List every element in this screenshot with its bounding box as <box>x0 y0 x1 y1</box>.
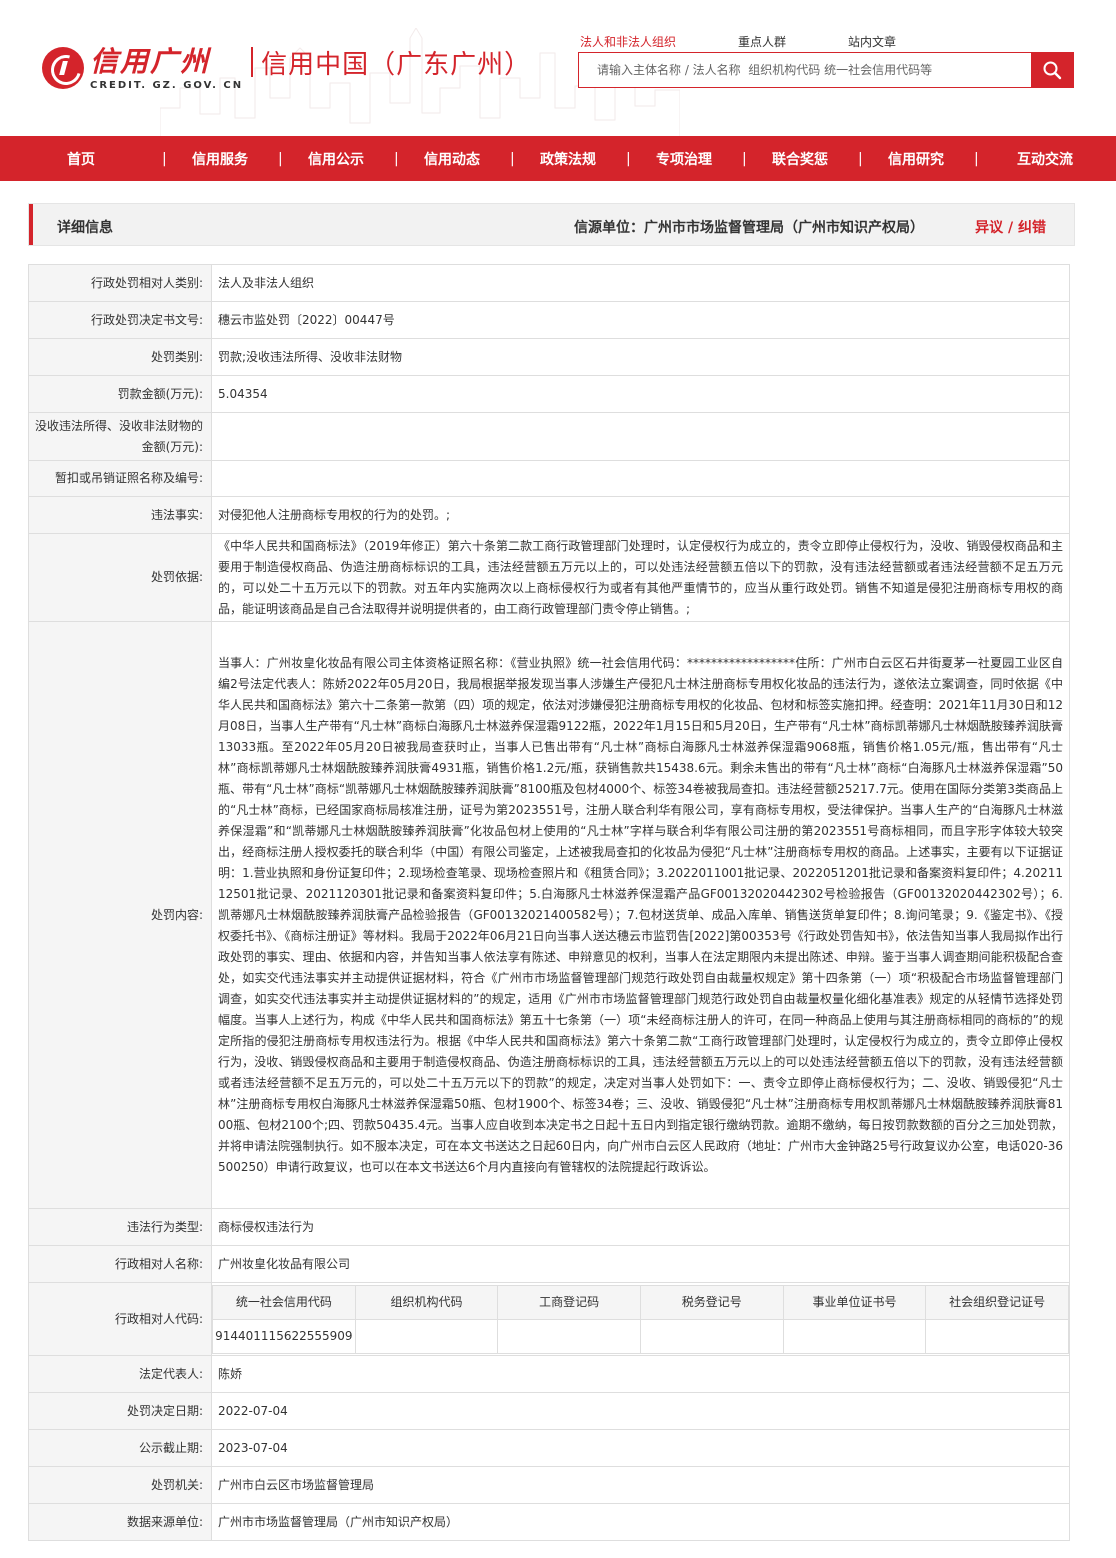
credit-logo-icon <box>42 47 84 89</box>
field-value: 陈娇 <box>211 1355 1070 1393</box>
nav-item-credit-publicity[interactable]: 信用公示 <box>278 149 394 169</box>
field-label: 处罚类别: <box>28 338 212 376</box>
table-row: 法定代表人: 陈娇 <box>28 1355 1070 1393</box>
title-accent-bar <box>29 204 33 245</box>
table-row: 处罚决定日期: 2022-07-04 <box>28 1392 1070 1430</box>
detail-title: 详细信息 <box>57 220 113 236</box>
logo-subtitle: 信用中国（广东广州） <box>261 49 532 80</box>
code-header: 组织机构代码 <box>354 1284 499 1320</box>
table-row: 处罚依据: 《中华人民共和国商标法》（2019年修正）第六十条第二款工商行政管理… <box>28 533 1070 622</box>
field-value: 《中华人民共和国商标法》（2019年修正）第六十条第二款工商行政管理部门处理时，… <box>211 533 1070 622</box>
table-row: 行政相对人名称: 广州妆皇化妆品有限公司 <box>28 1245 1070 1283</box>
nav-item-home[interactable]: 首页 <box>0 149 162 169</box>
nav-item-policies[interactable]: 政策法规 <box>510 149 626 169</box>
table-row: 处罚机关: 广州市白云区市场监督管理局 <box>28 1466 1070 1504</box>
field-label: 行政相对人名称: <box>28 1245 212 1283</box>
field-value: 2022-07-04 <box>211 1392 1070 1430</box>
search-box <box>578 52 1074 88</box>
table-row: 行政相对人代码: 统一社会信用代码 组织机构代码 工商登记码 税务登记号 事业单… <box>28 1282 1070 1356</box>
nav-item-credit-news[interactable]: 信用动态 <box>394 149 510 169</box>
field-label: 违法事实: <box>28 496 212 534</box>
table-row: 违法事实: 对侵犯他人注册商标专用权的行为的处罚。; <box>28 496 1070 534</box>
code-subtable: 统一社会信用代码 组织机构代码 工商登记码 税务登记号 事业单位证书号 社会组织… <box>212 1284 1069 1354</box>
table-row: 处罚内容: 当事人：广州妆皇化妆品有限公司主体资格证照名称：《营业执照》统一社会… <box>28 621 1070 1209</box>
field-label: 罚款金额(万元): <box>28 375 212 413</box>
site-logo[interactable]: 信用广州 CREDIT. GZ. GOV. CN 信用中国（广东广州） <box>42 38 531 98</box>
code-value <box>782 1318 927 1354</box>
field-label: 处罚内容: <box>28 621 212 1209</box>
table-row: 罚款金额(万元): 5.04354 <box>28 375 1070 413</box>
code-value <box>639 1318 784 1354</box>
field-value: 穗云市监处罚〔2022〕00447号 <box>211 301 1070 339</box>
search-tab-organizations[interactable]: 法人和非法人组织 <box>580 33 676 50</box>
table-row: 违法行为类型: 商标侵权违法行为 <box>28 1208 1070 1246</box>
logo-divider <box>251 47 254 77</box>
code-value <box>925 1318 1069 1354</box>
field-value: 当事人：广州妆皇化妆品有限公司主体资格证照名称：《营业执照》统一社会信用代码：*… <box>211 621 1070 1209</box>
logo-chinese-text: 信用广州 <box>90 44 211 78</box>
table-row: 公示截止期: 2023-07-04 <box>28 1429 1070 1467</box>
table-row: 行政处罚决定书文号: 穗云市监处罚〔2022〕00447号 <box>28 301 1070 339</box>
code-value-row: 914401115622555909 <box>212 1318 1069 1354</box>
field-value <box>211 412 1070 461</box>
table-row: 数据来源单位: 广州市市场监督管理局（广州市知识产权局） <box>28 1503 1070 1541</box>
table-row: 处罚类别: 罚款;没收违法所得、没收非法财物 <box>28 338 1070 376</box>
field-label: 处罚机关: <box>28 1466 212 1504</box>
code-value: 914401115622555909 <box>212 1318 356 1354</box>
nav-item-joint-rewards[interactable]: 联合奖惩 <box>742 149 858 169</box>
table-row: 暂扣或吊销证照名称及编号: <box>28 460 1070 497</box>
nav-item-special-governance[interactable]: 专项治理 <box>626 149 742 169</box>
table-row: 行政处罚相对人类别: 法人及非法人组织 <box>28 264 1070 302</box>
logo-domain-text: CREDIT. GZ. GOV. CN <box>90 79 244 91</box>
search-tabs: 法人和非法人组织 重点人群 站内文章 <box>580 33 958 50</box>
field-value: 广州市白云区市场监督管理局 <box>211 1466 1070 1504</box>
penalty-detail-table: 行政处罚相对人类别: 法人及非法人组织 行政处罚决定书文号: 穗云市监处罚〔20… <box>28 264 1070 1541</box>
code-value <box>354 1318 499 1354</box>
search-tab-key-persons[interactable]: 重点人群 <box>738 33 786 50</box>
code-header-row: 统一社会信用代码 组织机构代码 工商登记码 税务登记号 事业单位证书号 社会组织… <box>212 1284 1069 1320</box>
code-value <box>497 1318 641 1354</box>
field-label: 法定代表人: <box>28 1355 212 1393</box>
field-value: 罚款;没收违法所得、没收非法财物 <box>211 338 1070 376</box>
nav-item-interaction[interactable]: 互动交流 <box>974 149 1116 169</box>
field-label: 没收违法所得、没收非法财物的金额(万元): <box>28 412 212 461</box>
code-header: 社会组织登记证号 <box>925 1284 1069 1320</box>
search-input[interactable] <box>579 53 1031 87</box>
code-header: 事业单位证书号 <box>782 1284 927 1320</box>
code-cell: 统一社会信用代码 组织机构代码 工商登记码 税务登记号 事业单位证书号 社会组织… <box>211 1282 1070 1356</box>
field-value: 商标侵权违法行为 <box>211 1208 1070 1246</box>
source-unit: 信源单位：广州市市场监督管理局（广州市知识产权局） <box>574 220 924 236</box>
main-nav: 首页 | 信用服务 | 信用公示 | 信用动态 | 政策法规 | 专项治理 | … <box>0 136 1116 181</box>
field-label: 暂扣或吊销证照名称及编号: <box>28 460 212 497</box>
code-header: 统一社会信用代码 <box>212 1284 356 1320</box>
field-label: 行政处罚相对人类别: <box>28 264 212 302</box>
objection-link[interactable]: 异议 / 纠错 <box>975 217 1046 237</box>
code-header: 工商登记码 <box>497 1284 641 1320</box>
field-value <box>211 460 1070 497</box>
field-value: 法人及非法人组织 <box>211 264 1070 302</box>
nav-item-credit-service[interactable]: 信用服务 <box>162 149 278 169</box>
detail-title-bar: 详细信息 信源单位：广州市市场监督管理局（广州市知识产权局） 异议 / 纠错 <box>28 203 1075 246</box>
field-label: 数据来源单位: <box>28 1503 212 1541</box>
field-label: 公示截止期: <box>28 1429 212 1467</box>
search-icon <box>1043 61 1062 80</box>
search-button[interactable] <box>1031 53 1073 87</box>
field-value: 2023-07-04 <box>211 1429 1070 1467</box>
nav-item-credit-research[interactable]: 信用研究 <box>858 149 974 169</box>
search-tab-articles[interactable]: 站内文章 <box>848 33 896 50</box>
field-value: 广州市市场监督管理局（广州市知识产权局） <box>211 1503 1070 1541</box>
field-value: 广州妆皇化妆品有限公司 <box>211 1245 1070 1283</box>
field-label: 违法行为类型: <box>28 1208 212 1246</box>
field-value: 5.04354 <box>211 375 1070 413</box>
field-label: 处罚依据: <box>28 533 212 622</box>
field-label: 行政相对人代码: <box>28 1282 212 1356</box>
field-value: 对侵犯他人注册商标专用权的行为的处罚。; <box>211 496 1070 534</box>
field-label: 行政处罚决定书文号: <box>28 301 212 339</box>
site-header: 信用广州 CREDIT. GZ. GOV. CN 信用中国（广东广州） 法人和非… <box>0 0 1116 136</box>
code-header: 税务登记号 <box>639 1284 784 1320</box>
field-label: 处罚决定日期: <box>28 1392 212 1430</box>
table-row: 没收违法所得、没收非法财物的金额(万元): <box>28 412 1070 461</box>
